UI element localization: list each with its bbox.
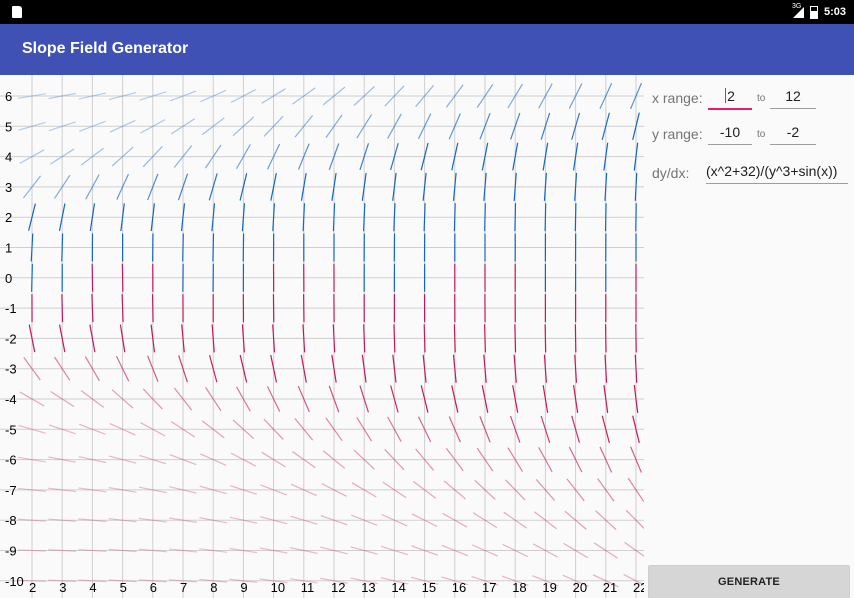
dydx-row: dy/dx: (x^2+32)/(y^3+sin(x))	[652, 159, 852, 187]
text-cursor	[725, 88, 727, 103]
y-tick-label: -3	[5, 362, 17, 377]
slope-segment	[212, 233, 215, 262]
battery-icon	[809, 5, 818, 19]
slope-segment	[272, 203, 275, 232]
slope-segment	[604, 354, 608, 383]
y-tick-label: -9	[5, 544, 17, 559]
x-tick-label: 2	[29, 580, 36, 595]
x-tick-label: 16	[452, 580, 466, 595]
dydx-value: (x^2+32)/(y^3+sin(x))	[706, 163, 838, 179]
y-tick-label: -6	[5, 453, 17, 468]
slope-segment	[302, 324, 306, 353]
x-range-from-value: 2	[727, 88, 735, 104]
y-range-to-value: -2	[786, 124, 800, 140]
x-tick-label: 3	[59, 580, 66, 595]
x-tick-label: 21	[603, 580, 617, 595]
x-tick-label: 14	[391, 580, 405, 595]
slope-segment	[574, 203, 577, 232]
y-tick-label: 0	[5, 271, 12, 286]
slope-segment	[484, 203, 486, 232]
y-tick-label: -5	[5, 422, 17, 437]
x-tick-label: 19	[542, 580, 556, 595]
y-tick-label: 2	[5, 210, 12, 225]
slope-segment	[48, 549, 77, 552]
dydx-label: dy/dx:	[652, 165, 690, 181]
status-bar: 3G 5:03	[0, 0, 854, 24]
slope-segment	[182, 233, 184, 262]
x-tick-label: 18	[512, 580, 526, 595]
y-range-label: y range:	[652, 126, 703, 142]
status-clock: 5:03	[823, 6, 846, 18]
slope-field-canvas[interactable]: 6543210-1-2-3-4-5-6-7-8-9-10 2 3 4 5 6 7 8 9 10 11…	[0, 75, 644, 598]
x-range-to-label: to	[757, 93, 766, 104]
x-range-to-field[interactable]: 12	[770, 84, 816, 109]
slope-segment	[61, 233, 64, 262]
slope-segment	[514, 324, 517, 353]
x-tick-label: 17	[482, 580, 496, 595]
slope-segment	[604, 203, 607, 232]
y-range-to-label: to	[757, 129, 766, 140]
slope-field-plot[interactable]: 6 5 4 3 2 1 0 -1 -2 -3 -4 -5 -6 -7 -8 -9 -10 2 3 4 5 6 7 8 9 10 11…	[0, 75, 644, 598]
y-tick-label: 1	[5, 241, 12, 256]
app-title: Slope Field Generator	[22, 40, 189, 57]
slope-segment	[30, 233, 34, 262]
x-tick-label: 10	[271, 580, 285, 595]
x-tick-label: 8	[210, 580, 217, 595]
x-tick-label: 22	[633, 580, 644, 595]
x-tick-label: 20	[573, 580, 587, 595]
y-tick-label: 4	[5, 150, 12, 165]
slope-segment	[604, 172, 608, 201]
y-tick-label: 6	[5, 89, 12, 104]
y-tick-label: -10	[5, 574, 24, 589]
x-tick-label: 9	[240, 580, 247, 595]
x-tick-label: 12	[331, 580, 345, 595]
x-tick-label: 13	[361, 580, 375, 595]
y-tick-label: -4	[5, 392, 17, 407]
sd-card-icon	[12, 6, 22, 18]
slope-segment	[453, 203, 456, 232]
y-tick-label: -2	[5, 331, 17, 346]
x-tick-label: 4	[89, 580, 96, 595]
slope-segment	[484, 324, 486, 353]
slope-segment	[453, 324, 456, 353]
control-panel: x range: 2 to 12 y range: -10 to -2 dy/d…	[644, 75, 854, 598]
network-type-label: 3G	[791, 2, 802, 10]
x-tick-label: 6	[150, 580, 157, 595]
y-tick-label: 5	[5, 119, 12, 134]
x-range-label: x range:	[652, 90, 703, 106]
slope-segment	[514, 203, 517, 232]
status-indicators: 3G 5:03	[792, 3, 846, 20]
x-tick-label: 7	[180, 580, 187, 595]
generate-button[interactable]: GENERATE	[648, 565, 850, 598]
y-range-row: y range: -10 to -2	[652, 120, 852, 148]
x-range-to-value: 12	[785, 88, 801, 104]
slope-segment	[151, 294, 154, 323]
slope-segment	[31, 263, 33, 292]
x-range-from-field[interactable]: 2	[708, 84, 752, 110]
x-tick-label: 5	[120, 580, 127, 595]
slope-segment	[634, 354, 638, 383]
y-tick-label: -7	[5, 483, 17, 498]
slope-segment	[634, 172, 638, 201]
slope-segment	[61, 294, 64, 323]
y-range-from-value: -10	[719, 124, 741, 140]
y-tick-label: 3	[5, 180, 12, 195]
y-range-to-field[interactable]: -2	[770, 120, 816, 145]
slope-segment	[574, 354, 578, 383]
x-tick-label: 15	[422, 580, 436, 595]
app-screen: 3G 5:03 Slope Field Generator 6 5 4 3 2 1 0 -1-…	[0, 0, 854, 598]
app-bar: Slope Field Generator	[0, 24, 854, 75]
y-tick-label: -8	[5, 513, 17, 528]
dydx-field[interactable]: (x^2+32)/(y^3+sin(x))	[706, 159, 848, 184]
cell-signal-icon: 3G	[792, 3, 804, 18]
y-range-from-field[interactable]: -10	[708, 120, 752, 145]
x-range-row: x range: 2 to 12	[652, 84, 852, 112]
y-tick-label: -1	[5, 301, 17, 316]
x-tick-label: 11	[301, 580, 315, 595]
slope-segment	[544, 324, 547, 353]
slope-segment	[423, 324, 426, 353]
slope-segment	[544, 203, 547, 232]
